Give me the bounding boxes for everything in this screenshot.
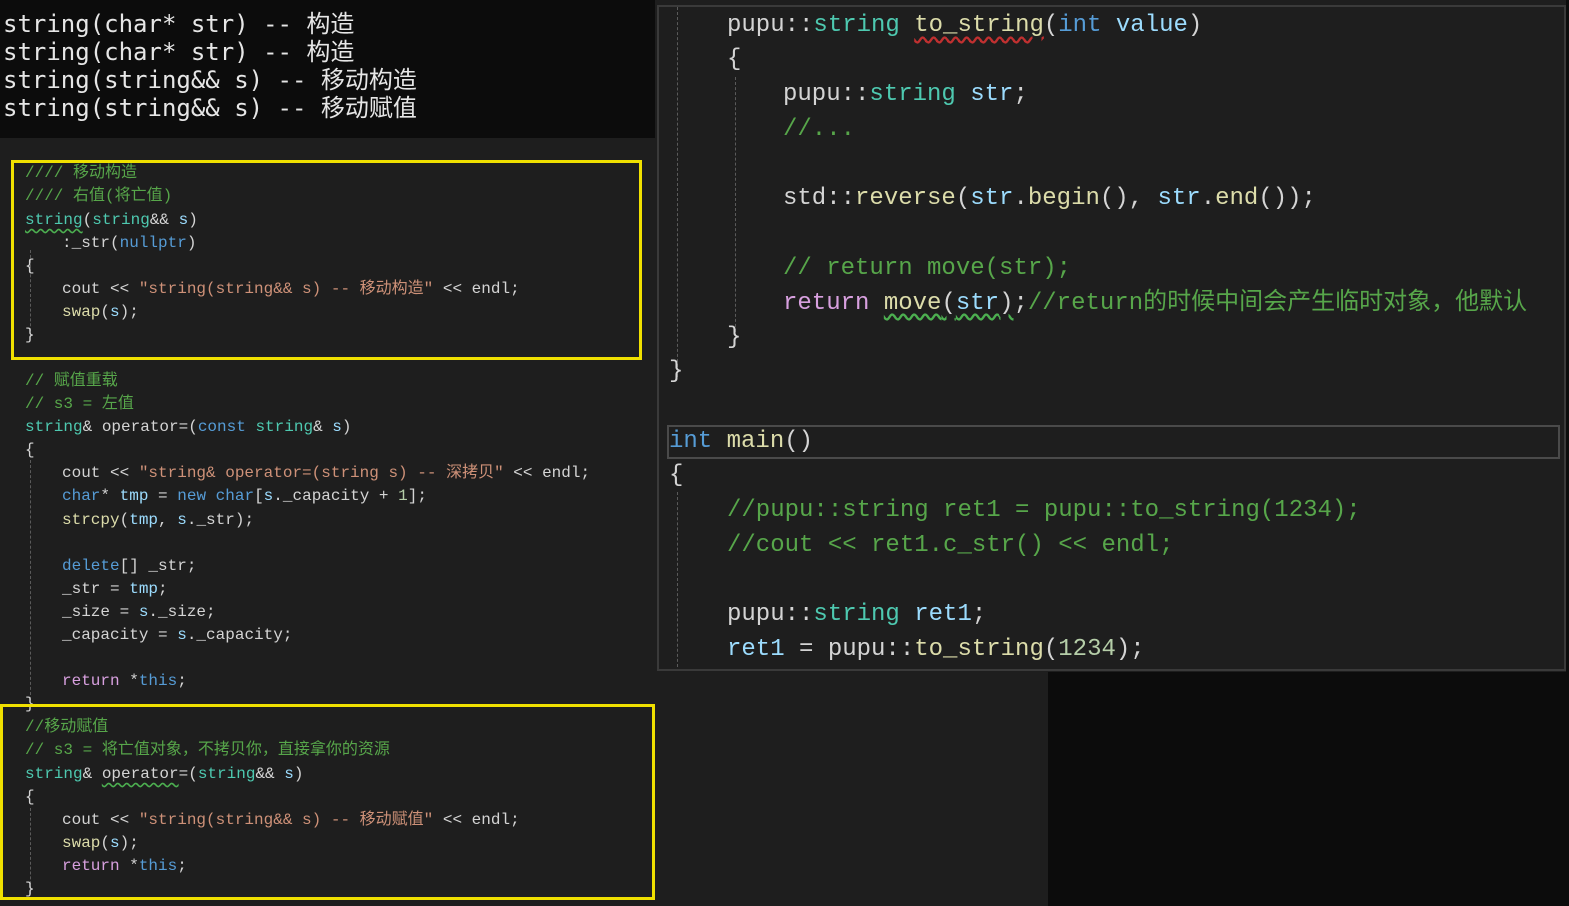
code-line: delete[] _str; [62, 557, 197, 575]
code-comment: //pupu::string ret1 = pupu::to_string(12… [727, 497, 1361, 524]
code-line: pupu::string ret1; [727, 601, 987, 628]
right-code-editor[interactable]: pupu::string to_string(int value) { pupu… [657, 5, 1566, 671]
code-line: _size = s._size; [62, 603, 216, 621]
console-line: string(char* str) -- 构造 [3, 38, 355, 66]
console-output-window: string(char* str) -- 构造 string(char* str… [0, 0, 655, 138]
indent-guide [30, 460, 31, 700]
code-comment: // 赋值重载 [25, 372, 118, 390]
code-line: std::reverse(str.begin(), str.end()); [783, 185, 1316, 212]
string-literal: "string& operator=(string s) -- 深拷贝" [138, 464, 504, 482]
number-literal: 1234 [1058, 636, 1116, 663]
function-name: to_string [914, 12, 1044, 39]
code-line: cout << "string& operator=(string s) -- … [62, 464, 591, 482]
code-comment: //cout << ret1.c_str() << endl; [727, 532, 1174, 559]
code-line: char* tmp = new char[s._capacity + 1]; [62, 487, 427, 505]
code-line: { [727, 46, 742, 73]
indent-guide [677, 7, 678, 377]
highlight-box-move-assignment [0, 704, 655, 900]
code-line: return move(str);//return的时候中间会产生临时对象，他默… [783, 290, 1528, 317]
code-line: pupu::string str; [783, 81, 1028, 108]
background-area [1048, 672, 1569, 906]
indent-guide [735, 77, 736, 337]
code-line: _str = tmp; [62, 580, 168, 598]
code-line: ret1 = pupu::to_string(1234); [727, 636, 1145, 663]
code-comment: //... [783, 116, 856, 143]
indent-guide [677, 492, 678, 669]
function-name: main [726, 428, 785, 455]
code-line: pupu::string to_string(int value) [727, 12, 1203, 39]
code-line: _capacity = s._capacity; [62, 626, 293, 644]
console-line: string(string&& s) -- 移动赋值 [3, 94, 417, 122]
code-line: { [25, 441, 35, 459]
code-line: strcpy(tmp, s._str); [62, 511, 255, 529]
code-line: { [669, 462, 684, 489]
code-comment: // s3 = 左值 [25, 395, 134, 413]
code-line: } [669, 358, 684, 385]
code-line: string& operator=(const string& s) [25, 418, 352, 436]
code-line: int main() [669, 428, 814, 455]
code-comment: // return move(str); [783, 255, 1072, 282]
code-comment: //return的时候中间会产生临时对象，他默认 [1027, 290, 1528, 317]
console-line: string(string&& s) -- 移动构造 [3, 66, 417, 94]
console-line: string(char* str) -- 构造 [3, 10, 355, 38]
code-line: } [727, 324, 742, 351]
highlight-box-move-constructor [11, 160, 642, 360]
code-line: return *this; [62, 672, 187, 690]
